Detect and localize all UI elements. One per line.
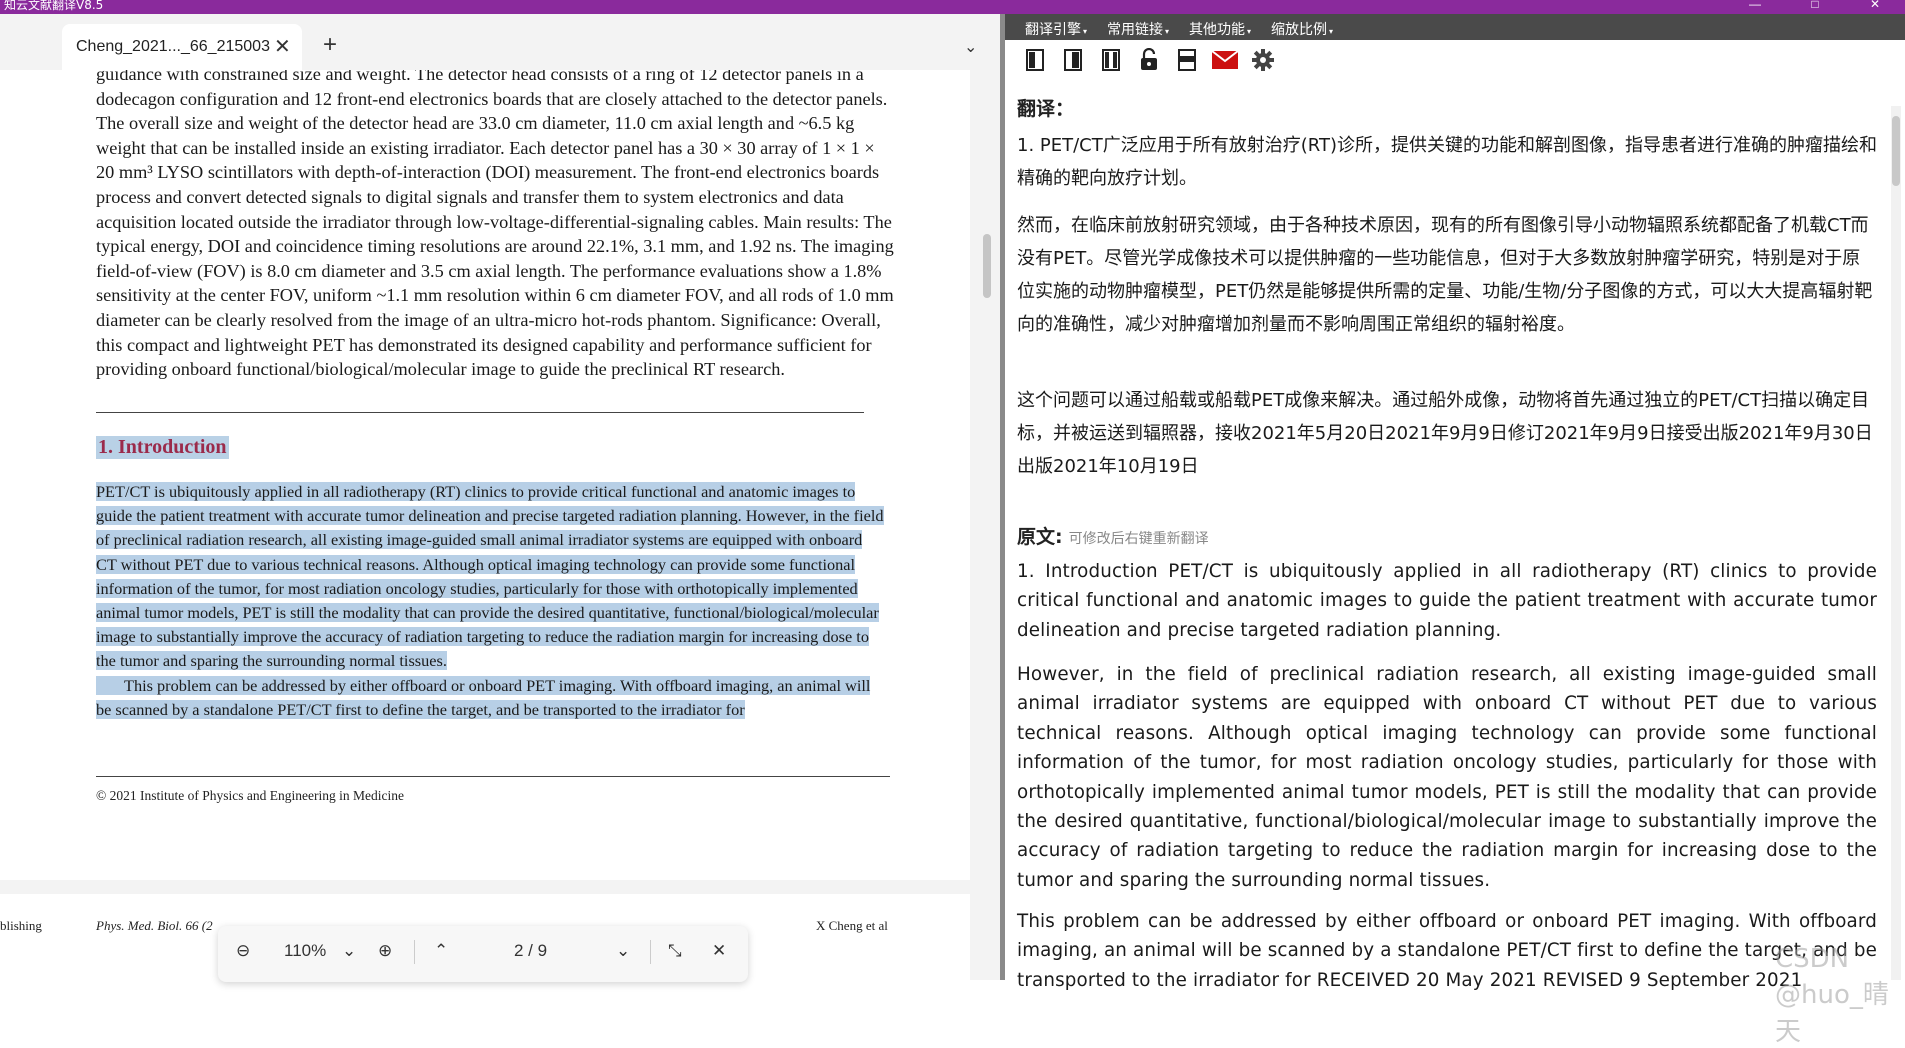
menu-zoom-ratio[interactable]: 缩放比例 ▾: [1271, 19, 1333, 39]
page-single-icon[interactable]: [1059, 46, 1087, 74]
pdf-floating-toolbar: ⊖ 110% ⌄ ⊕ ⌃ 2 / 9 ⌄ ⤡ ✕: [218, 926, 748, 982]
original-hint: 可修改后右键重新翻译: [1068, 531, 1209, 547]
gear-icon[interactable]: [1249, 46, 1277, 74]
menu-other-functions[interactable]: 其他功能 ▾: [1189, 19, 1251, 39]
zoom-in-icon[interactable]: ⊕: [378, 941, 392, 961]
app-titlebar: 知云文献翻译V8.5 — □ ✕: [0, 0, 1905, 14]
page-indicator[interactable]: 2 / 9: [514, 941, 547, 961]
translation-panel: 翻译引擎 ▾ 常用链接 ▾ 其他功能 ▾ 缩放比例 ▾ 翻译： 1. PET/CT广泛应…: [1005, 14, 1905, 1047]
tab-list-dropdown-icon[interactable]: ⌄: [964, 37, 977, 57]
tab-bar: Cheng_2021..._66_215003 ✕ + ⌄: [0, 14, 1000, 70]
translation-paragraph-3: 这个问题可以通过船载或船载PET成像来解决。通过船外成像，动物将首先通过独立的P…: [1017, 390, 1873, 477]
close-window-button[interactable]: ✕: [1845, 0, 1905, 11]
original-paragraph-2[interactable]: However, in the field of preclinical rad…: [1017, 660, 1877, 895]
zoom-level[interactable]: 110%: [284, 941, 326, 961]
previous-page-icon[interactable]: ⌃: [434, 941, 448, 961]
intro-paragraph-1: PET/CT is ubiquitously applied in all ra…: [96, 482, 884, 671]
intro-paragraph-2: This problem can be addressed by either …: [96, 675, 871, 719]
close-toolbar-icon[interactable]: ✕: [712, 941, 726, 961]
fit-page-icon[interactable]: ⤡: [668, 941, 682, 961]
window-icon[interactable]: [1173, 46, 1201, 74]
translation-paragraph-2: 然而，在临床前放射研究领域，由于各种技术原因，现有的所有图像引导小动物辐照系统都…: [1017, 215, 1873, 335]
menu-bar: 翻译引擎 ▾ 常用链接 ▾ 其他功能 ▾ 缩放比例 ▾: [1005, 14, 1905, 40]
zoom-out-icon[interactable]: ⊖: [236, 941, 250, 961]
tab-close-icon[interactable]: ✕: [274, 34, 291, 59]
pdf-viewer: Cheng_2021..._66_215003 ✕ + ⌄ guidance w…: [0, 14, 1000, 982]
zoom-dropdown-icon[interactable]: ⌄: [342, 941, 356, 961]
new-tab-button[interactable]: +: [323, 33, 337, 57]
selected-text[interactable]: PET/CT is ubiquitously applied in all ra…: [96, 480, 886, 722]
page-double-icon[interactable]: [1097, 46, 1125, 74]
translation-scrollbar[interactable]: [1891, 106, 1901, 980]
document-tab[interactable]: Cheng_2021..._66_215003 ✕: [62, 24, 302, 70]
tab-title: Cheng_2021..._66_215003: [76, 38, 270, 55]
next-page-icon[interactable]: ⌄: [616, 941, 630, 961]
toolbar-separator: [414, 940, 415, 964]
section-divider: [96, 412, 864, 413]
maximize-button[interactable]: □: [1785, 0, 1845, 11]
original-paragraph-3[interactable]: This problem can be addressed by either …: [1017, 907, 1877, 995]
pdf-scrollbar[interactable]: [983, 234, 991, 298]
abstract-text: guidance with constrained size and weigh…: [96, 70, 894, 380]
footer-divider: [96, 776, 890, 777]
translation-paragraph-1: 1. PET/CT广泛应用于所有放射治疗(RT)诊所，提供关键的功能和解剖图像，…: [1017, 135, 1877, 189]
publisher-fragment: blishing: [0, 918, 42, 933]
journal-reference: Phys. Med. Biol. 66 (2: [96, 918, 213, 933]
app-title: 知云文献翻译V8.5: [4, 0, 104, 12]
original-label: 原文: 可修改后右键重新翻译: [1017, 526, 1209, 548]
translation-toolbar: [1005, 40, 1905, 78]
watermark: CSDN @huo_晴天: [1775, 944, 1889, 1047]
original-paragraph-1[interactable]: 1. Introduction PET/CT is ubiquitously a…: [1017, 557, 1877, 645]
toolbar-separator: [650, 940, 651, 964]
minimize-button[interactable]: —: [1725, 0, 1785, 11]
menu-translation-engine[interactable]: 翻译引擎 ▾: [1025, 19, 1087, 39]
copyright-notice: © 2021 Institute of Physics and Engineer…: [96, 788, 404, 803]
menu-common-links[interactable]: 常用链接 ▾: [1107, 19, 1169, 39]
running-author: X Cheng et al: [816, 918, 888, 933]
unlock-icon[interactable]: [1135, 46, 1163, 74]
mail-icon[interactable]: [1211, 46, 1239, 74]
pdf-page: guidance with constrained size and weigh…: [0, 70, 970, 880]
section-heading: 1. Introduction: [96, 436, 229, 459]
translation-label: 翻译：: [1017, 98, 1075, 120]
page-left-icon[interactable]: [1021, 46, 1049, 74]
scrollbar-thumb[interactable]: [1892, 116, 1900, 186]
